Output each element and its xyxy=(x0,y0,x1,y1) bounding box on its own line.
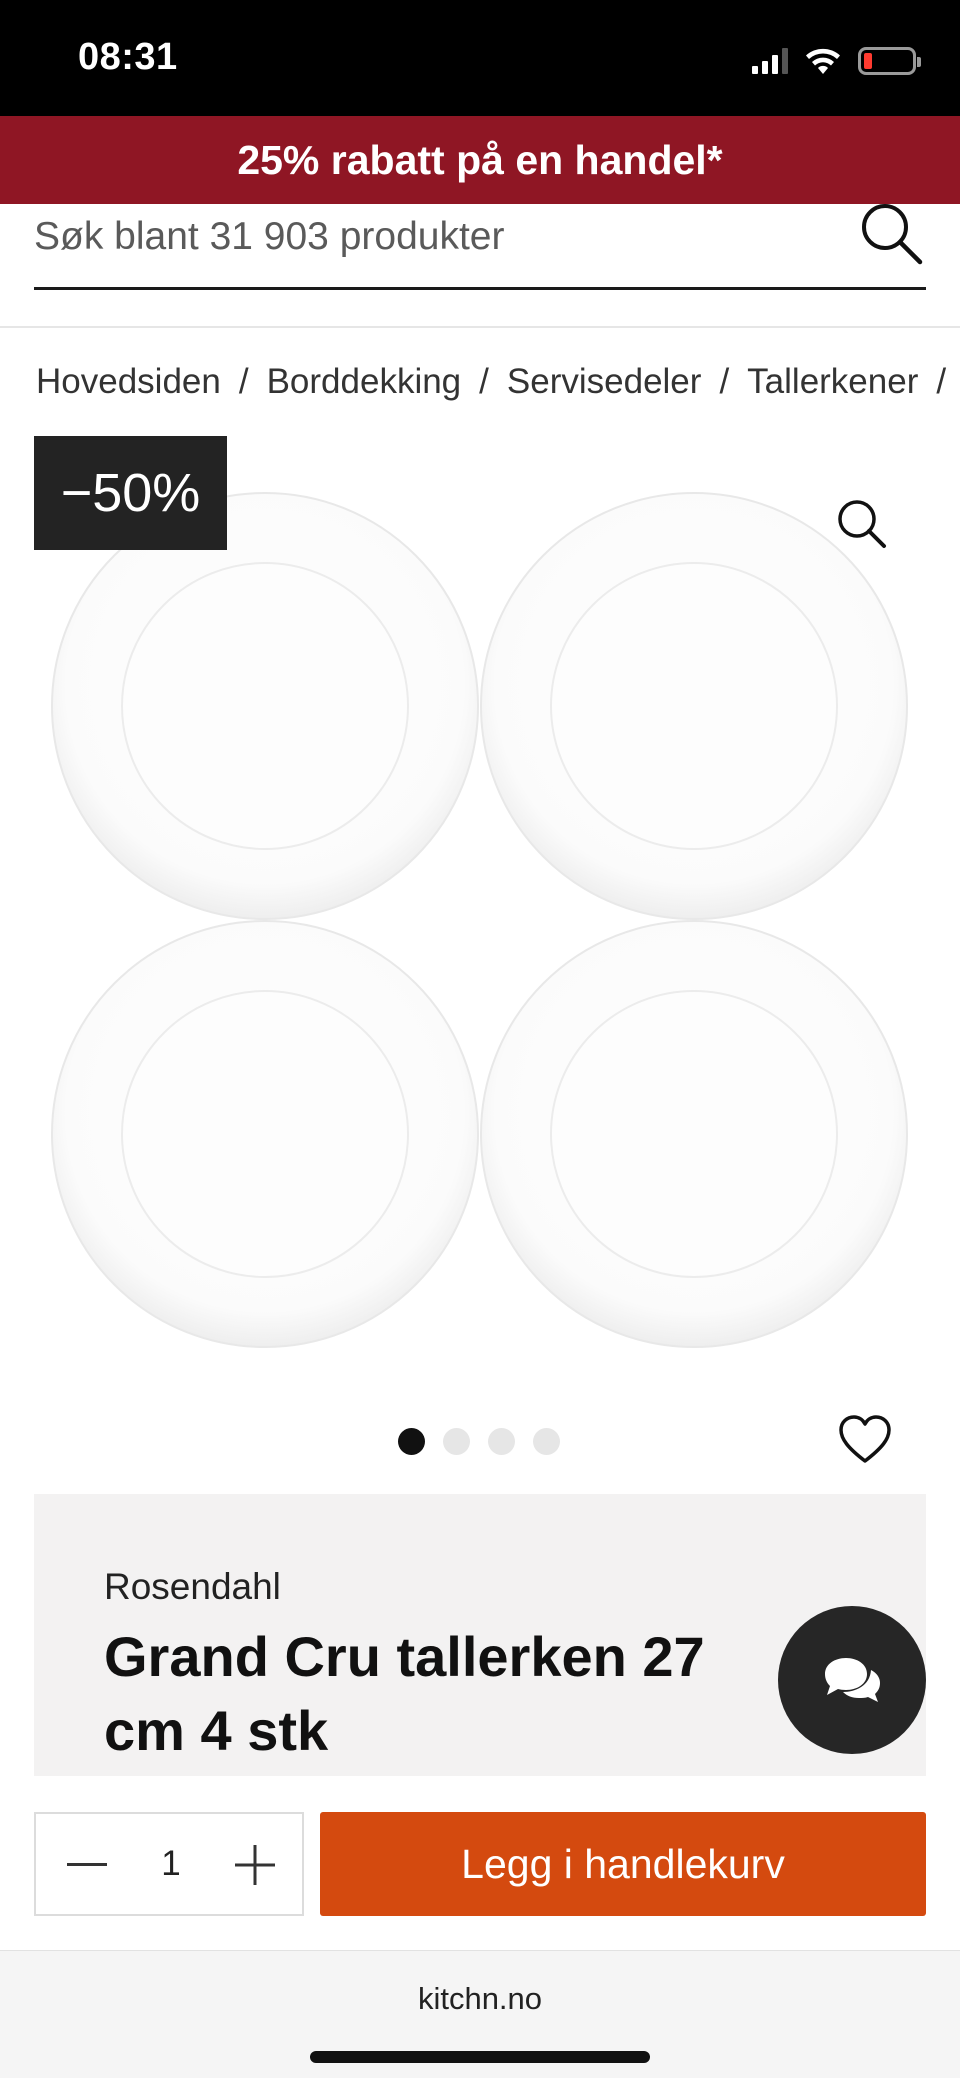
carousel-dot[interactable] xyxy=(398,1428,425,1455)
product-image[interactable] xyxy=(0,436,960,1376)
promo-banner[interactable]: 25% rabatt på en handel* xyxy=(0,116,960,204)
home-indicator[interactable] xyxy=(310,2051,650,2063)
product-title: Grand Cru tallerken 27 cm 4 stk xyxy=(104,1625,705,1762)
breadcrumb-separator: / xyxy=(936,362,947,401)
carousel-dots xyxy=(398,1428,560,1455)
plate xyxy=(51,492,479,920)
plate xyxy=(480,920,908,1348)
breadcrumb-item-home[interactable]: Hovedsiden xyxy=(36,362,221,402)
battery-low-icon xyxy=(858,47,921,75)
browser-bar: kitchn.no xyxy=(0,1950,960,2078)
plus-icon xyxy=(235,1845,275,1885)
breadcrumb: Hovedsiden / Borddekking / Servisedeler … xyxy=(36,358,960,406)
product-brand[interactable]: Rosendahl xyxy=(104,1566,281,1608)
breadcrumb-item-tallerkener[interactable]: Tallerkener xyxy=(747,362,918,402)
search-bar xyxy=(34,204,926,290)
chat-button[interactable] xyxy=(778,1606,926,1754)
search-icon[interactable] xyxy=(856,198,926,268)
breadcrumb-item-borddekking[interactable]: Borddekking xyxy=(267,362,462,402)
status-time: 08:31 xyxy=(78,36,178,78)
breadcrumb-separator: / xyxy=(238,362,249,401)
header-divider xyxy=(0,326,960,328)
status-bar: 08:31 xyxy=(0,0,960,116)
carousel-dot[interactable] xyxy=(488,1428,515,1455)
decrease-quantity-button[interactable] xyxy=(54,1832,120,1898)
breadcrumb-item-servisedeler[interactable]: Servisedeler xyxy=(507,362,702,402)
carousel-dot[interactable] xyxy=(443,1428,470,1455)
zoom-icon[interactable] xyxy=(832,494,892,554)
heart-icon[interactable] xyxy=(838,1414,892,1466)
breadcrumb-separator: / xyxy=(719,362,730,401)
plate xyxy=(480,492,908,920)
discount-badge: −50% xyxy=(34,436,227,550)
add-to-cart-button[interactable]: Legg i handlekurv xyxy=(320,1812,926,1916)
signal-icon xyxy=(752,48,788,74)
url-bar[interactable]: kitchn.no xyxy=(0,1981,960,2017)
plate xyxy=(51,920,479,1348)
search-input[interactable] xyxy=(34,212,834,262)
quantity-value[interactable]: 1 xyxy=(136,1844,206,1884)
product-gallery[interactable]: −50% xyxy=(0,436,960,1376)
increase-quantity-button[interactable] xyxy=(222,1832,288,1898)
quantity-stepper: 1 xyxy=(34,1812,304,1916)
minus-icon xyxy=(67,1863,107,1866)
breadcrumb-separator: / xyxy=(479,362,489,401)
wifi-icon xyxy=(806,48,840,74)
chat-bubbles-icon xyxy=(825,1658,880,1702)
status-icons xyxy=(752,44,921,78)
carousel-dot[interactable] xyxy=(533,1428,560,1455)
